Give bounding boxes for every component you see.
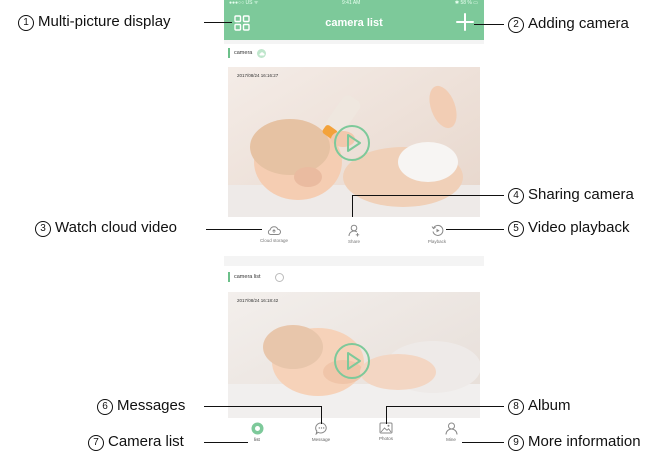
top-bar: ●●●○○ US ᯤ 9:41 AM ✱ 58 % ▭ camera list (224, 0, 484, 40)
annotation-cloud-video: 3 Watch cloud video (35, 219, 177, 237)
user-icon (445, 422, 457, 435)
tab-message-label: Message (311, 437, 331, 442)
video-timestamp: 2017/08/24 16:16:27 (237, 73, 279, 78)
cloud-status-icon (257, 48, 267, 58)
tab-message[interactable]: Message (296, 422, 346, 442)
cloud-status-icon-2 (274, 272, 284, 282)
carrier-signal: ●●●○○ US ᯤ (229, 0, 259, 6)
bottom-tab-bar: list Message Photos Mine (224, 418, 484, 453)
leader-line-7 (204, 442, 248, 443)
leader-line-1 (204, 22, 232, 23)
cloud-storage-button[interactable]: Cloud storage (244, 224, 304, 243)
camera-card-1: camera 2017/08/24 16:16:27 Cloud storage… (224, 44, 484, 256)
add-camera-button[interactable] (456, 13, 474, 31)
camera-card-2: camera list 2017/08/24 16:18:42 (224, 266, 484, 418)
annotation-messages: 6 Messages (97, 397, 185, 415)
leader-line-8 (386, 406, 504, 407)
plus-icon (456, 13, 474, 31)
leader-line-8-vertical (386, 406, 387, 424)
leader-line-2 (474, 24, 504, 25)
annotation-adding-camera: 2 Adding camera (508, 15, 629, 33)
annotation-multi-picture: 1 Multi-picture display (18, 13, 171, 31)
camera-video-2[interactable]: 2017/08/24 16:18:42 (228, 292, 480, 418)
status-time: 9:41 AM (342, 0, 361, 6)
playback-label: Playback (427, 239, 447, 244)
leader-line-4-vertical (352, 195, 353, 217)
tab-mine[interactable]: Mine (426, 422, 476, 442)
card-header: camera (228, 44, 267, 62)
card-header-2: camera list (228, 268, 284, 286)
replay-icon (431, 224, 443, 236)
status-bar: ●●●○○ US ᯤ 9:41 AM ✱ 58 % ▭ (224, 0, 484, 8)
annotation-album: 8 Album (508, 397, 571, 415)
card-actions: Cloud storage Share Playback (224, 220, 484, 260)
share-button[interactable]: Share (324, 224, 384, 244)
video-timestamp-2: 2017/08/24 16:18:42 (237, 298, 279, 303)
leader-line-6 (204, 406, 321, 407)
leader-line-5 (446, 229, 504, 230)
tab-list[interactable]: list (232, 422, 282, 442)
annotation-sharing-camera: 4 Sharing camera (508, 186, 634, 204)
play-icon (334, 125, 370, 161)
person-icon (348, 224, 360, 237)
cloud-storage-label: Cloud storage (259, 238, 289, 243)
camera-name: camera (234, 50, 253, 56)
card-accent-bar (228, 48, 230, 58)
play-icon (334, 343, 370, 379)
annotation-more-information: 9 More information (508, 433, 641, 451)
annotation-camera-list: 7 Camera list (88, 433, 184, 451)
tab-photos-label: Photos (378, 436, 393, 441)
annotation-video-playback: 5 Video playback (508, 219, 629, 237)
camera-name-2: camera list (234, 274, 261, 280)
playback-button[interactable]: Playback (407, 224, 467, 244)
share-label: Share (347, 239, 360, 244)
camera-tab-icon (251, 422, 263, 435)
battery-status: ✱ 58 % ▭ (454, 0, 478, 6)
play-button[interactable] (333, 124, 371, 162)
cloud-upload-icon (267, 226, 281, 235)
leader-line-4 (352, 195, 504, 196)
phone-screen: ●●●○○ US ᯤ 9:41 AM ✱ 58 % ▭ camera list … (224, 0, 484, 453)
leader-line-9 (462, 442, 504, 443)
card-accent-bar-2 (228, 272, 230, 282)
page-title: camera list (325, 17, 383, 29)
tab-photos[interactable]: Photos (361, 422, 411, 441)
leader-line-3 (206, 229, 262, 230)
play-button-2[interactable] (333, 342, 371, 380)
leader-line-6-vertical (321, 406, 322, 424)
